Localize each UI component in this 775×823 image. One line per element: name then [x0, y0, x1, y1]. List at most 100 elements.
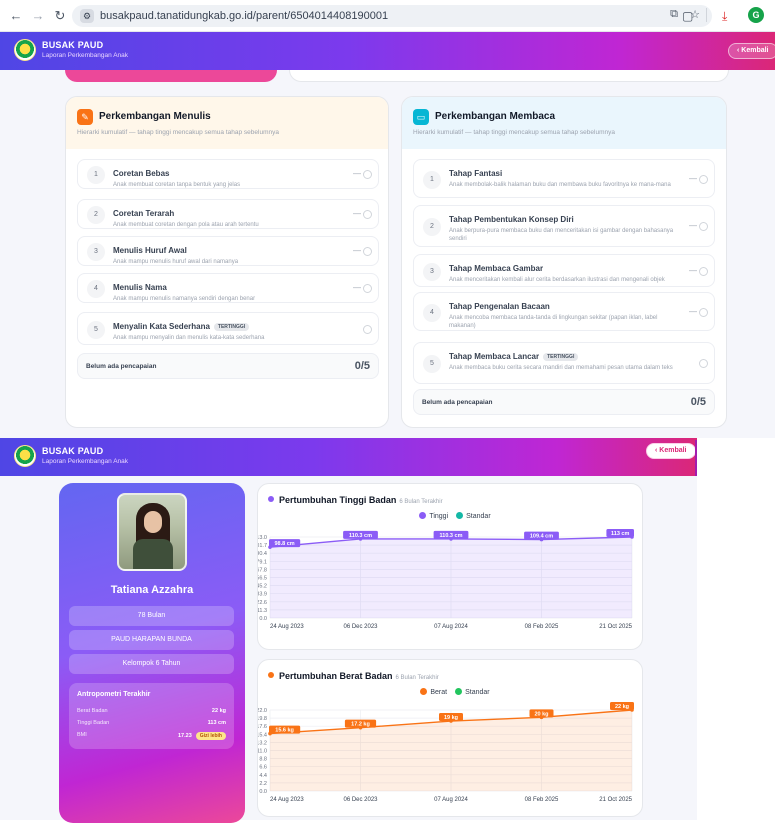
- x-tick-label: 21 Oct 2025: [599, 797, 632, 803]
- app-logo: [14, 39, 36, 61]
- data-label: 109.4 cm: [530, 534, 553, 540]
- reading-stage-item[interactable]: 5 Tahap Membaca Lancar TERTINGGI Anak memba…: [413, 342, 715, 384]
- height-chart-card: Pertumbuhan Tinggi Badan 6 Bulan Terakhir…: [257, 483, 643, 650]
- y-tick-label: 15.4: [258, 732, 267, 738]
- stage-check-circle-icon[interactable]: [699, 175, 708, 184]
- stage-check-circle-icon[interactable]: [363, 325, 372, 334]
- reading-summary-count: 0/5: [690, 396, 706, 408]
- stage-description: Anak berpura-pura membaca buku dan mence…: [449, 228, 674, 242]
- reading-development-card: ▭ Perkembangan Membaca Hierarki kumulati…: [401, 96, 727, 428]
- reading-stage-item[interactable]: 4 Tahap Pengenalan Bacaan Anak mencoba mem…: [413, 292, 715, 331]
- data-label: 17.2 kg: [351, 722, 370, 728]
- y-tick-label: 45.2: [258, 584, 267, 590]
- bmi-value-wrap: 17.23 Gizi lebih: [178, 732, 226, 740]
- y-tick-label: 11.3: [258, 608, 267, 614]
- writing-stage-item[interactable]: 2 Coretan Terarah Anak membuat coretan den…: [77, 199, 379, 229]
- y-tick-label: 17.6: [258, 724, 267, 730]
- stage-check-circle-icon[interactable]: [699, 222, 708, 231]
- stage-status-dash-icon: —: [353, 169, 361, 178]
- stage-check-circle-icon[interactable]: [699, 359, 708, 368]
- x-tick-label: 24 Aug 2023: [270, 797, 304, 803]
- stage-status-dash-icon: —: [689, 221, 697, 230]
- stage-check-circle-icon[interactable]: [699, 267, 708, 276]
- back-button[interactable]: ‹ Kembali: [728, 43, 775, 59]
- stage-title: Tahap Fantasi: [449, 169, 502, 178]
- address-bar[interactable]: ⚙ busakpaud.tanatidungkab.go.id/parent/6…: [72, 5, 712, 27]
- y-tick-label: 19.8: [258, 716, 267, 722]
- stage-status-dash-icon: —: [689, 266, 697, 275]
- reading-stage-item[interactable]: 2 Tahap Pembentukan Konsep Diri Anak berpu…: [413, 205, 715, 247]
- reload-icon[interactable]: ↻: [52, 8, 68, 24]
- x-tick-label: 06 Dec 2023: [343, 624, 378, 630]
- stage-title-text: Tahap Fantasi: [449, 169, 503, 178]
- y-tick-label: 8.8: [259, 757, 267, 763]
- stage-description: Anak mampu menyalin dan menulis kata-kat…: [113, 335, 265, 341]
- back-button[interactable]: ‹ Kembali: [646, 443, 696, 459]
- group-pill: Kelompok 6 Tahun: [69, 654, 234, 674]
- reading-stage-item[interactable]: 1 Tahap Fantasi Anak membolak-balik halama…: [413, 159, 715, 198]
- writing-summary: Belum ada pencapaian 0/5: [77, 353, 379, 379]
- app-header: BUSAK PAUD Laporan Perkembangan Anak ‹ K…: [0, 32, 775, 70]
- stage-check-circle-icon[interactable]: [363, 210, 372, 219]
- stage-description: Anak membolak-balik halaman buku dan mem…: [449, 182, 671, 188]
- reading-stage-item[interactable]: 3 Tahap Membaca Gambar Anak menceritakan k…: [413, 254, 715, 287]
- stage-title: Menulis Nama: [113, 283, 167, 292]
- y-tick-label: 0.0: [259, 789, 267, 795]
- download-icon[interactable]: ⤓: [722, 8, 727, 24]
- reading-card-subtitle: Hierarki kumulatif — tahap tinggi mencak…: [413, 129, 615, 136]
- weight-label: Berat Badan: [77, 708, 108, 714]
- stage-check-circle-icon[interactable]: [363, 170, 372, 179]
- x-tick-label: 08 Feb 2025: [525, 797, 559, 803]
- writing-summary-count: 0/5: [354, 360, 370, 372]
- stage-description: Anak menceritakan kembali alur cerita be…: [449, 277, 665, 283]
- stage-title-text: Coretan Terarah: [113, 209, 175, 218]
- stage-check-circle-icon[interactable]: [363, 247, 372, 256]
- anthropometry-title: Antropometri Terakhir: [77, 691, 151, 698]
- stage-status-dash-icon: —: [689, 174, 697, 183]
- child-photo: [117, 493, 187, 571]
- stage-description: Anak mencoba membaca tanda-tanda di ling…: [449, 315, 658, 329]
- stage-number: 3: [87, 243, 105, 261]
- writing-stage-item[interactable]: 3 Menulis Huruf Awal Anak mampu menulis hu…: [77, 236, 379, 266]
- writing-stage-item[interactable]: 5 Menyalin Kata Sederhana TERTINGGI Anak ma…: [77, 312, 379, 345]
- stage-title-text: Coretan Bebas: [113, 169, 170, 178]
- stage-title: Tahap Membaca Gambar: [449, 264, 543, 273]
- writing-development-card: ✎ Perkembangan Menulis Hierarki kumulati…: [65, 96, 389, 428]
- stage-title-text: Menyalin Kata Sederhana: [113, 322, 210, 331]
- y-tick-label: 101.7: [258, 543, 267, 549]
- site-info-icon[interactable]: ⚙: [80, 9, 94, 23]
- stage-check-circle-icon[interactable]: [699, 308, 708, 317]
- stage-description: Anak membuat coretan tanpa bentuk yang j…: [113, 182, 241, 188]
- writing-stage-item[interactable]: 1 Coretan Bebas Anak membuat coretan tanpa…: [77, 159, 379, 189]
- stage-number: 5: [423, 355, 441, 373]
- height-chart: 113.0 101.7 90.4 79.1 67.8 56.5 45.2 33.9 22.6 11…: [258, 529, 634, 630]
- stage-title-text: Tahap Pembentukan Konsep Diri: [449, 215, 574, 224]
- install-app-icon[interactable]: ⧉: [670, 8, 678, 21]
- data-label: 20 kg: [534, 711, 548, 717]
- app-header-secondary: BUSAK PAUD Laporan Perkembangan Anak ‹ K…: [0, 438, 697, 476]
- stage-description: Anak membaca buku cerita secara mandiri …: [449, 365, 673, 371]
- browser-toolbar: ← → ↻ ⚙ busakpaud.tanatidungkab.go.id/pa…: [0, 0, 775, 32]
- y-tick-label: 22.0: [258, 708, 267, 714]
- writing-card-header: ✎ Perkembangan Menulis Hierarki kumulati…: [66, 97, 388, 149]
- x-tick-label: 06 Dec 2023: [343, 797, 378, 803]
- reading-summary-label: Belum ada pencapaian: [422, 399, 493, 406]
- stage-check-circle-icon[interactable]: [363, 284, 372, 293]
- forward-arrow-icon[interactable]: →: [30, 8, 46, 24]
- y-tick-label: 6.6: [259, 765, 267, 771]
- data-label: 110.3 cm: [349, 533, 372, 539]
- data-label: 15.6 kg: [275, 728, 294, 734]
- age-pill: 78 Bulan: [69, 606, 234, 626]
- weight-chart-card: Pertumbuhan Berat Badan 6 Bulan Terakhir …: [257, 659, 643, 817]
- extensions-icon[interactable]: ▢: [682, 8, 693, 24]
- stage-status-dash-icon: —: [353, 209, 361, 218]
- bmi-value: 17.23: [178, 733, 192, 739]
- stage-status-dash-icon: —: [353, 283, 361, 292]
- writing-stage-item[interactable]: 4 Menulis Nama Anak mampu menulis namanya …: [77, 273, 379, 303]
- stage-title: Tahap Pembentukan Konsep Diri: [449, 215, 574, 224]
- stage-status-dash-icon: —: [689, 307, 697, 316]
- x-tick-label: 21 Oct 2025: [599, 624, 632, 630]
- back-arrow-icon[interactable]: ←: [8, 8, 24, 24]
- stage-number: 1: [423, 171, 441, 189]
- profile-avatar[interactable]: G: [748, 7, 764, 23]
